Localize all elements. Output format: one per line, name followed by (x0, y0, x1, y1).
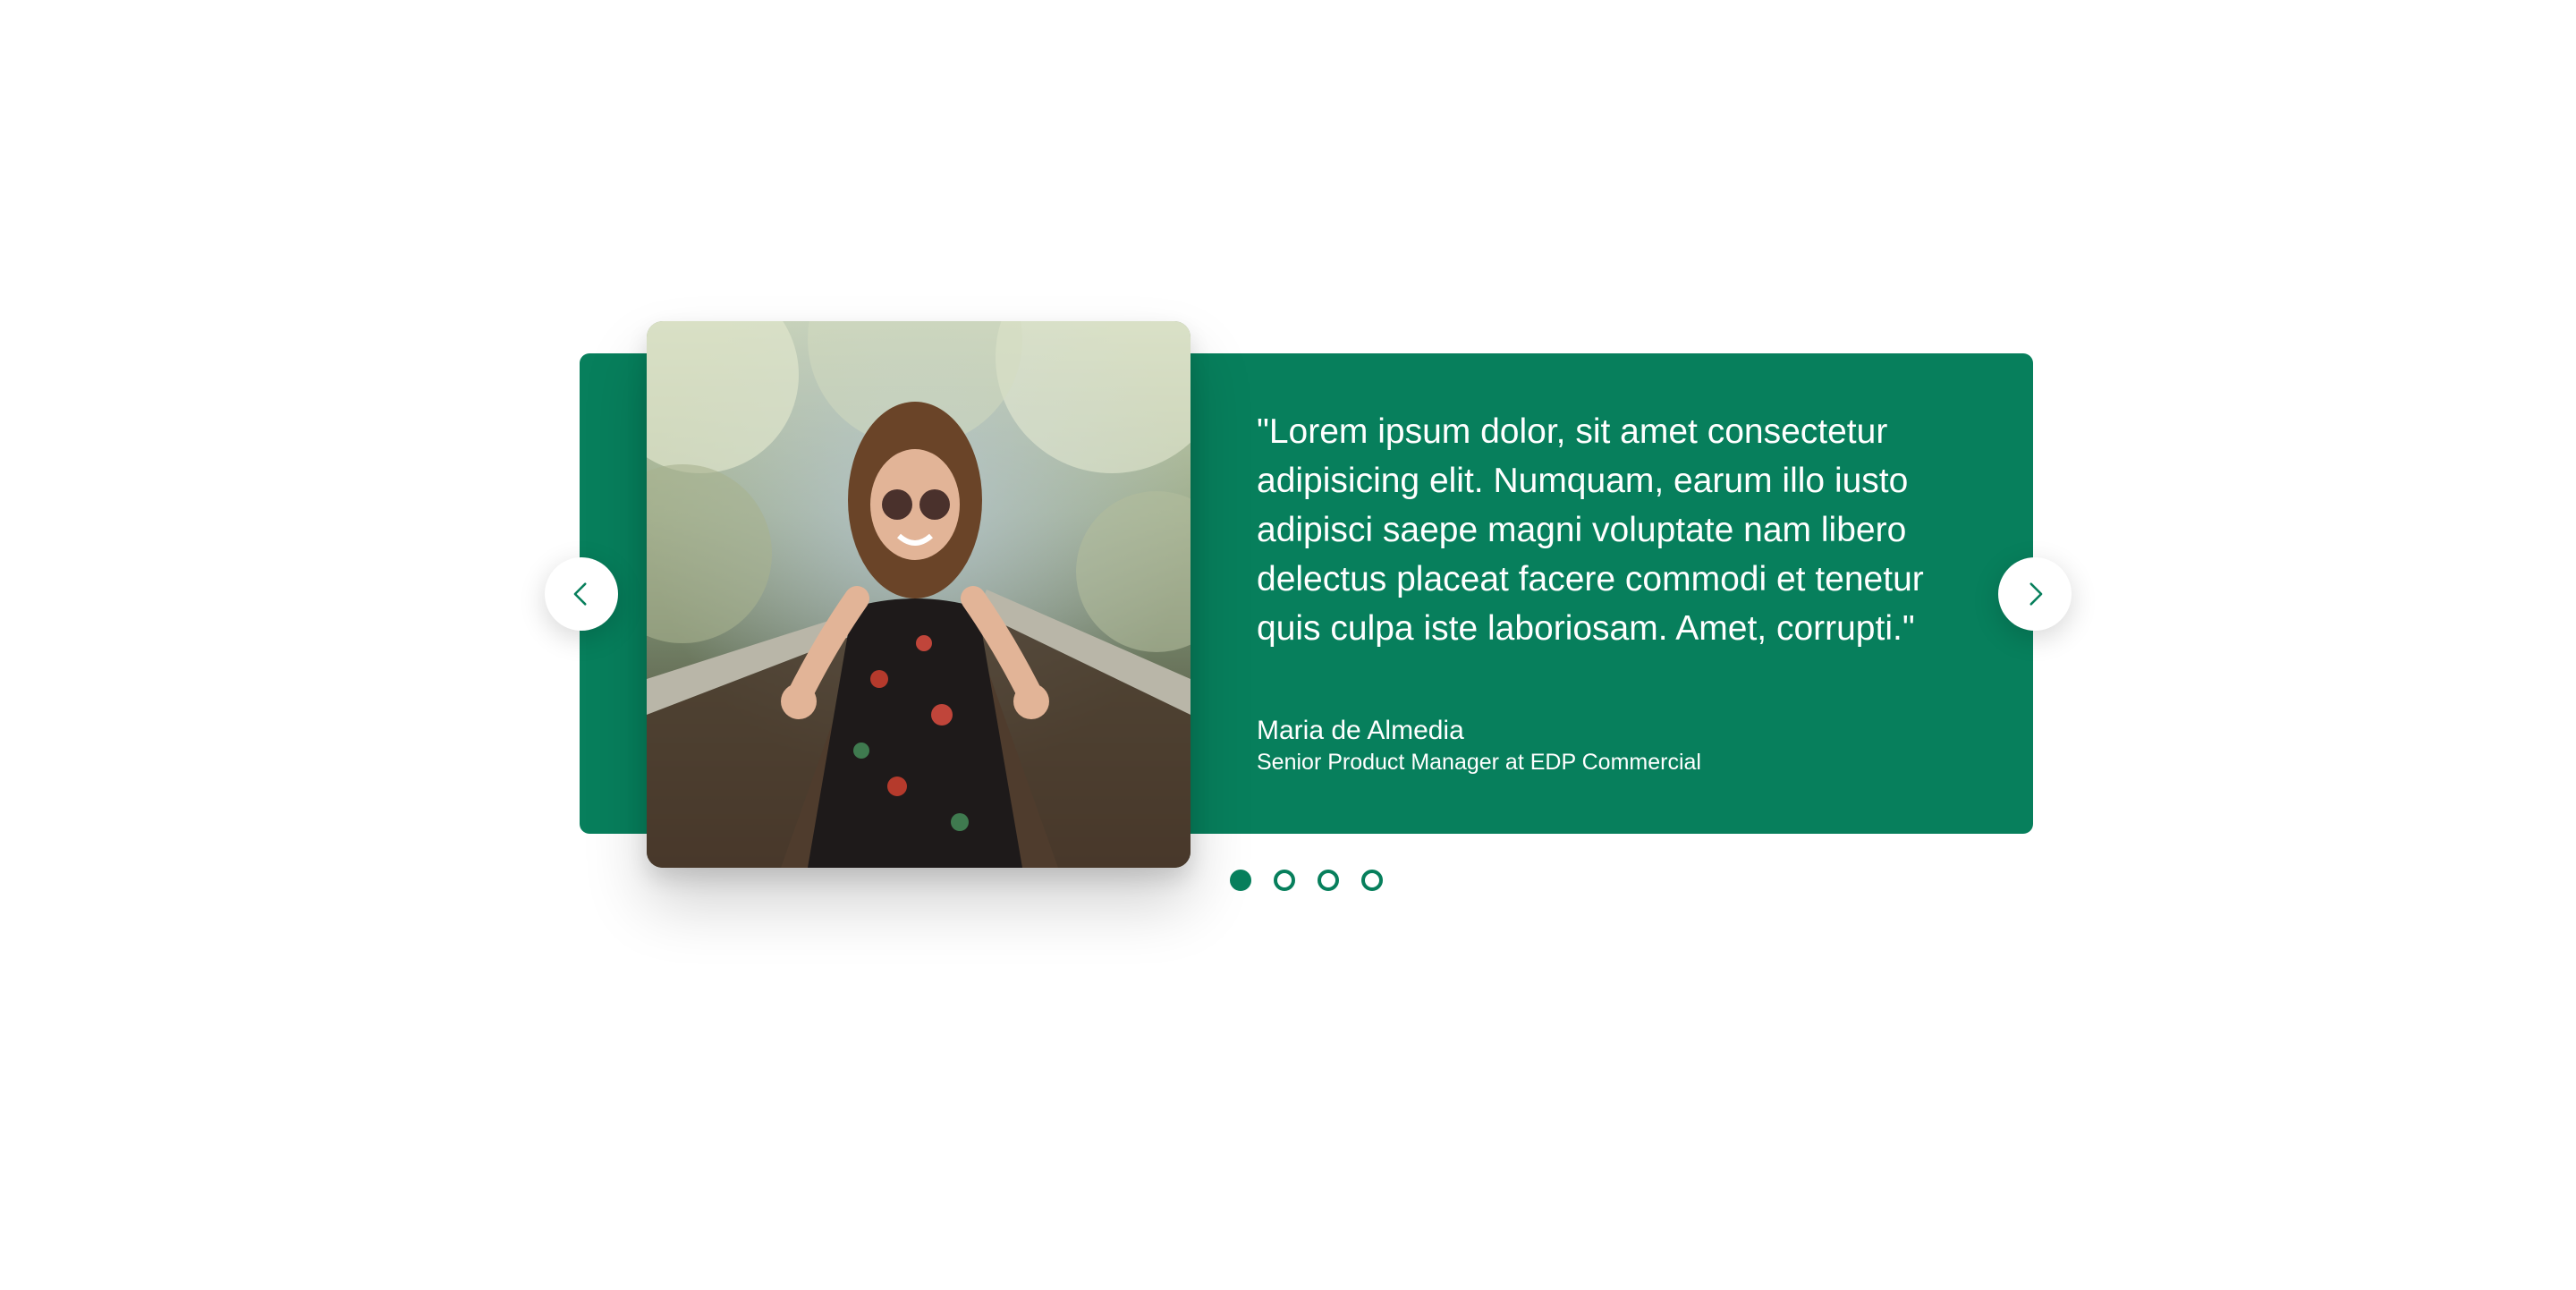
author-name: Maria de Almedia (1257, 716, 1464, 745)
pagination-dot-1[interactable] (1230, 870, 1251, 891)
author-role: Senior Product Manager at EDP Commercial (1257, 750, 1701, 775)
chevron-right-icon (2029, 582, 2043, 606)
next-slide-button[interactable] (1998, 557, 2072, 631)
chevron-left-icon (573, 582, 587, 606)
testimonial-photo (647, 321, 1191, 868)
previous-slide-button[interactable] (545, 557, 618, 631)
testimonial-quote: "Lorem ipsum dolor, sit amet consectetur… (1257, 412, 1924, 648)
testimonial-slider: "Lorem ipsum dolor, sit amet consectetur… (0, 0, 2576, 1290)
slide-pagination (1230, 870, 1383, 891)
pagination-dot-4[interactable] (1361, 870, 1383, 891)
pagination-dot-3[interactable] (1318, 870, 1339, 891)
pagination-dot-2[interactable] (1274, 870, 1295, 891)
